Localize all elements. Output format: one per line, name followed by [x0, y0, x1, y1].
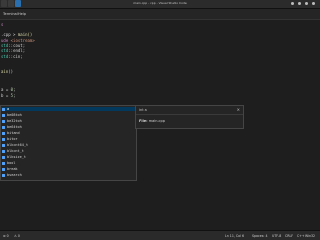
code-line: std::endl;: [1, 48, 26, 53]
breadcrumb[interactable]: .cpp > main(): [1, 33, 32, 37]
suggestion-item[interactable]: be32toh: [1, 119, 136, 123]
code-line: a = 0;: [1, 87, 16, 92]
suggestion-item[interactable]: blkcnt_t: [1, 149, 136, 153]
vscode-window: main.cpp - cpp - Visual Studio Code Term…: [0, 0, 320, 240]
type-icon: [2, 143, 5, 147]
platform[interactable]: Win32: [305, 234, 315, 238]
cursor-position[interactable]: Ln 11, Col 6: [225, 234, 244, 238]
menu-terminal[interactable]: Terminal: [3, 12, 18, 16]
suggestion-item[interactable]: bitor: [1, 137, 136, 141]
power-icon[interactable]: [312, 2, 315, 5]
autocomplete-popup: a be08toh be32toh be64toh bitand bitor b…: [0, 105, 137, 181]
suggestion-item[interactable]: bool: [1, 161, 136, 165]
network-icon[interactable]: [291, 2, 294, 5]
function-icon: [2, 113, 5, 117]
type-icon: [2, 149, 5, 153]
menu-bar: Terminal Help: [0, 9, 320, 20]
function-icon: [2, 125, 5, 129]
close-icon[interactable]: ×: [237, 107, 240, 112]
line-ending[interactable]: CRLF: [285, 234, 293, 238]
indentation[interactable]: Spaces: 4: [252, 234, 268, 238]
detail-header: int a: [139, 108, 147, 112]
suggestion-item[interactable]: be64toh: [1, 125, 136, 129]
keyword-icon: [2, 161, 5, 165]
suggestion-item[interactable]: be08toh: [1, 113, 136, 117]
suggestion-item[interactable]: bitand: [1, 131, 136, 135]
keyword-icon: [2, 131, 5, 135]
variable-icon: [2, 107, 5, 111]
volume-icon[interactable]: [298, 2, 301, 5]
keyword-icon: [2, 137, 5, 141]
code-line: std::cin;: [1, 54, 23, 59]
function-icon: [2, 173, 5, 177]
language-mode[interactable]: C++: [297, 234, 305, 238]
errors-count[interactable]: ⊗ 0: [3, 234, 9, 238]
status-bar: ⊗ 0 ⚠ 0 Ln 11, Col 6 Spaces: 4 UTF-8 CRL…: [0, 230, 320, 240]
divider: [136, 114, 243, 115]
keyword-icon: [2, 167, 5, 171]
function-icon: [2, 119, 5, 123]
suggestion-item[interactable]: blksize_t: [1, 155, 136, 159]
suggestion-detail-panel: int a × File: main.cpp: [135, 105, 244, 129]
menu-help[interactable]: Help: [18, 12, 26, 16]
warnings-count[interactable]: ⚠ 0: [14, 234, 20, 238]
window-title: main.cpp - cpp - Visual Studio Code: [133, 1, 187, 5]
type-icon: [2, 155, 5, 159]
code-line: b = 5;: [1, 93, 16, 98]
suggestion-item[interactable]: break: [1, 167, 136, 171]
suggestion-item[interactable]: blkcnt64_t: [1, 143, 136, 147]
detail-file: File: main.cpp: [139, 119, 165, 123]
battery-icon[interactable]: [305, 2, 308, 5]
suggestion-item[interactable]: a: [1, 107, 136, 111]
suggestion-item[interactable]: bsearch: [1, 173, 136, 177]
encoding[interactable]: UTF-8: [272, 234, 281, 238]
code-line: ain(): [1, 69, 14, 74]
code-line: s: [1, 22, 4, 27]
system-top-bar: main.cpp - cpp - Visual Studio Code: [0, 0, 320, 9]
